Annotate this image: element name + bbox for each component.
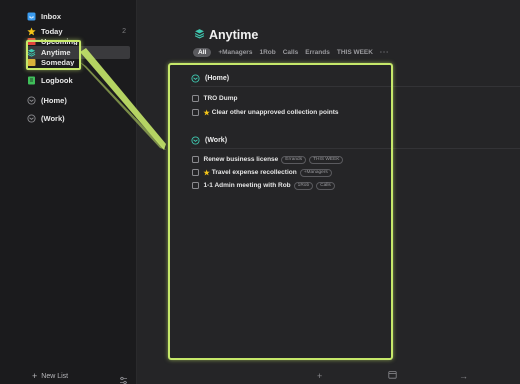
page-title: Anytime [209, 28, 259, 42]
sidebar-item-label: (Work) [41, 114, 65, 123]
area-icon [27, 96, 36, 105]
stack-icon [194, 26, 205, 44]
sidebar-item-label: (Home) [41, 96, 67, 105]
filter-managers[interactable]: +Managers [218, 49, 252, 56]
sidebar-item-area-work[interactable]: (Work) [27, 112, 130, 125]
sidebar-item-label: Inbox [41, 12, 61, 21]
plus-icon: + [32, 371, 38, 381]
sidebar-item-logbook[interactable]: Logbook [27, 74, 130, 87]
more-filters-button[interactable]: ··· [380, 49, 390, 56]
filter-all[interactable]: All [193, 48, 212, 57]
add-todo-icon[interactable]: + [317, 371, 322, 381]
sliders-icon[interactable] [119, 372, 128, 384]
logbook-icon [27, 76, 36, 85]
sidebar-item-label: Today [41, 27, 63, 36]
area-icon [27, 114, 36, 123]
sidebar-item-inbox[interactable]: Inbox [27, 10, 130, 23]
things-app-window: Inbox Today 2 Upcoming Anytime Someday L… [0, 0, 520, 384]
sidebar-footer: + New List [0, 370, 137, 384]
filter-errands[interactable]: Errands [305, 49, 330, 56]
new-list-button[interactable]: + New List [32, 371, 68, 381]
sidebar-item-label: Logbook [41, 76, 73, 85]
sidebar-item-area-home[interactable]: (Home) [27, 94, 130, 107]
calendar-icon[interactable] [388, 370, 397, 381]
today-count: 2 [122, 28, 126, 35]
star-icon [27, 27, 36, 36]
inbox-icon [27, 12, 36, 21]
highlight-box-anytime [26, 40, 81, 70]
new-list-label: New List [41, 372, 69, 380]
page-header: Anytime [194, 26, 258, 44]
tag-filter-bar: All +Managers 1Rob Calls Errands THIS WE… [193, 48, 389, 57]
arrow-right-icon[interactable]: → [459, 371, 468, 381]
filter-this-week[interactable]: THIS WEEK [337, 49, 373, 56]
highlight-box-content [168, 63, 393, 360]
filter-calls[interactable]: Calls [283, 49, 299, 56]
bottom-toolbar: + → [137, 370, 520, 384]
filter-1rob[interactable]: 1Rob [259, 49, 275, 56]
